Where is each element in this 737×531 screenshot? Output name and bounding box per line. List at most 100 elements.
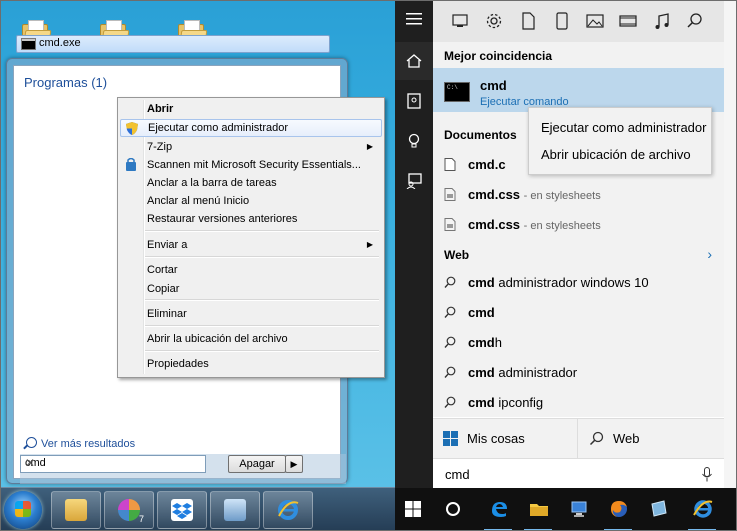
search-results: Mejor coincidencia cmd Ejecutar comando … <box>433 42 724 417</box>
generic-app-icon <box>651 500 667 517</box>
tips-button[interactable] <box>395 122 433 160</box>
search-icon <box>589 431 604 446</box>
best-match-header: Mejor coincidencia <box>444 49 553 63</box>
search-filter-bar <box>433 0 724 42</box>
best-match-result[interactable]: cmd Ejecutar comando <box>433 68 724 112</box>
web-suggestion[interactable]: cmd ipconfig <box>433 387 724 417</box>
scroll-area <box>724 0 737 488</box>
photos-filter-icon[interactable] <box>586 12 604 30</box>
videos-filter-icon[interactable] <box>619 12 637 30</box>
internet-explorer-icon <box>693 500 713 518</box>
document-location: - en stylesheets <box>523 220 601 232</box>
see-more-results-link[interactable]: Ver más resultados <box>26 437 135 450</box>
settings-gear-icon[interactable] <box>485 12 503 30</box>
home-icon <box>406 54 422 68</box>
home-button[interactable] <box>395 42 433 80</box>
menu-item-pin-start[interactable]: Anclar al menú Inicio <box>120 192 380 210</box>
taskbar-firefox-button[interactable] <box>601 488 635 531</box>
start-left-rail <box>395 0 433 488</box>
menu-item-7zip[interactable]: 7-Zip ▶ <box>120 138 380 156</box>
taskbar-network-button[interactable] <box>561 488 595 531</box>
notebook-icon <box>407 93 421 109</box>
document-name: cmd.c <box>468 157 506 172</box>
paint-palette-icon <box>118 499 140 521</box>
taskbar-app-button[interactable] <box>641 488 675 531</box>
menu-item-restore-versions[interactable]: Restaurar versiones anteriores <box>120 210 380 228</box>
windows7-start-button-icon[interactable] <box>4 491 42 529</box>
windows10-start-button[interactable] <box>395 488 429 531</box>
web-suggestion[interactable]: cmdh <box>433 327 724 357</box>
menu-item-pin-taskbar[interactable]: Anclar a la barra de tareas <box>120 174 380 192</box>
folders-filter-icon[interactable] <box>553 12 571 30</box>
windows10-taskbar <box>395 488 737 531</box>
document-result[interactable]: cmd.css - en stylesheets <box>433 179 724 209</box>
taskbar-explorer-button[interactable] <box>51 491 101 529</box>
taskbar-ie-button[interactable] <box>685 488 719 531</box>
menu-item-copy[interactable]: Copiar <box>120 280 380 298</box>
clear-search-icon[interactable]: ✕ <box>25 456 201 470</box>
hamburger-menu-button[interactable] <box>395 0 433 38</box>
web-suggestion[interactable]: cmd administrador windows 10 <box>433 267 724 297</box>
web-suggestion-bold: cmd <box>468 365 495 380</box>
notebook-button[interactable] <box>395 82 433 120</box>
search-icon <box>444 276 456 288</box>
network-computer-icon <box>571 501 587 517</box>
menu-item-label: Anclar al menú Inicio <box>147 195 250 207</box>
menu-item-send-to[interactable]: Enviar a ▶ <box>120 236 380 254</box>
menu-item-label: Ejecutar como administrador <box>148 122 289 134</box>
program-result-cmd[interactable]: cmd.exe <box>16 35 330 53</box>
program-result-label: cmd.exe <box>39 37 81 49</box>
cortana-button[interactable] <box>435 488 469 531</box>
menu-item-label: Propiedades <box>147 358 209 370</box>
dropbox-icon <box>171 499 193 521</box>
open-file-location-option[interactable]: Abrir ubicación de archivo <box>541 147 691 162</box>
taskbar-file-explorer-button[interactable] <box>521 488 555 531</box>
documents-filter-icon[interactable] <box>519 12 537 30</box>
run-as-admin-option[interactable]: Ejecutar como administrador <box>541 120 706 135</box>
windows7-desktop: Programas (1) Ver más resultados cmd.exe… <box>0 0 395 531</box>
menu-item-mse-scan[interactable]: Scannen mit Microsoft Security Essential… <box>120 156 380 174</box>
music-filter-icon[interactable] <box>653 12 671 30</box>
menu-separator <box>145 256 379 258</box>
search-icon <box>444 306 456 318</box>
menu-item-cut[interactable]: Cortar <box>120 261 380 279</box>
menu-item-open-location[interactable]: Abrir la ubicación del archivo <box>120 330 380 348</box>
taskbar-paint-button[interactable]: 7 <box>104 491 154 529</box>
web-suggestion[interactable]: cmd <box>433 297 724 327</box>
start-search-input[interactable]: cmd ✕ <box>20 455 206 473</box>
search-icon <box>444 366 456 378</box>
menu-item-delete[interactable]: Eliminar <box>120 305 380 323</box>
menu-item-properties[interactable]: Propiedades <box>120 355 380 373</box>
menu-item-label: Scannen mit Microsoft Security Essential… <box>147 159 361 171</box>
shutdown-button[interactable]: Apagar <box>228 455 286 473</box>
feedback-button[interactable] <box>395 162 433 200</box>
internet-explorer-icon <box>277 499 299 521</box>
cortana-search-input[interactable]: cmd <box>433 458 724 489</box>
menu-item-open[interactable]: Abrir <box>120 100 380 118</box>
web-more-chevron-icon[interactable]: › <box>707 246 712 262</box>
search-icon <box>444 336 456 348</box>
taskbar-ie-button[interactable] <box>263 491 313 529</box>
search-icon[interactable] <box>686 12 704 30</box>
document-result[interactable]: cmd.css - en stylesheets <box>433 209 724 239</box>
web-search-button[interactable]: Web <box>579 419 723 459</box>
web-suggestion[interactable]: cmd administrador <box>433 357 724 387</box>
search-icon <box>26 437 37 448</box>
menu-item-label: Abrir <box>147 103 174 115</box>
feedback-icon <box>406 173 422 189</box>
submenu-arrow-icon: ▶ <box>366 240 373 249</box>
my-stuff-button[interactable]: Mis cosas <box>433 419 578 459</box>
menu-item-label: Abrir la ubicación del archivo <box>147 333 288 345</box>
taskbar-network-button[interactable] <box>210 491 260 529</box>
web-suggestion-bold: cmd <box>468 305 495 320</box>
taskbar-dropbox-button[interactable] <box>157 491 207 529</box>
folder-icon <box>65 499 87 521</box>
apps-filter-icon[interactable] <box>451 12 469 30</box>
menu-item-label: Anclar a la barra de tareas <box>147 177 277 189</box>
taskbar-edge-button[interactable] <box>481 488 515 531</box>
microphone-icon[interactable] <box>702 467 712 482</box>
shutdown-options-arrow-icon[interactable]: ▶ <box>285 455 303 473</box>
menu-item-run-as-admin[interactable]: Ejecutar como administrador <box>120 119 382 137</box>
windows-logo-icon <box>405 501 421 517</box>
web-suggestion-rest: h <box>494 335 502 350</box>
